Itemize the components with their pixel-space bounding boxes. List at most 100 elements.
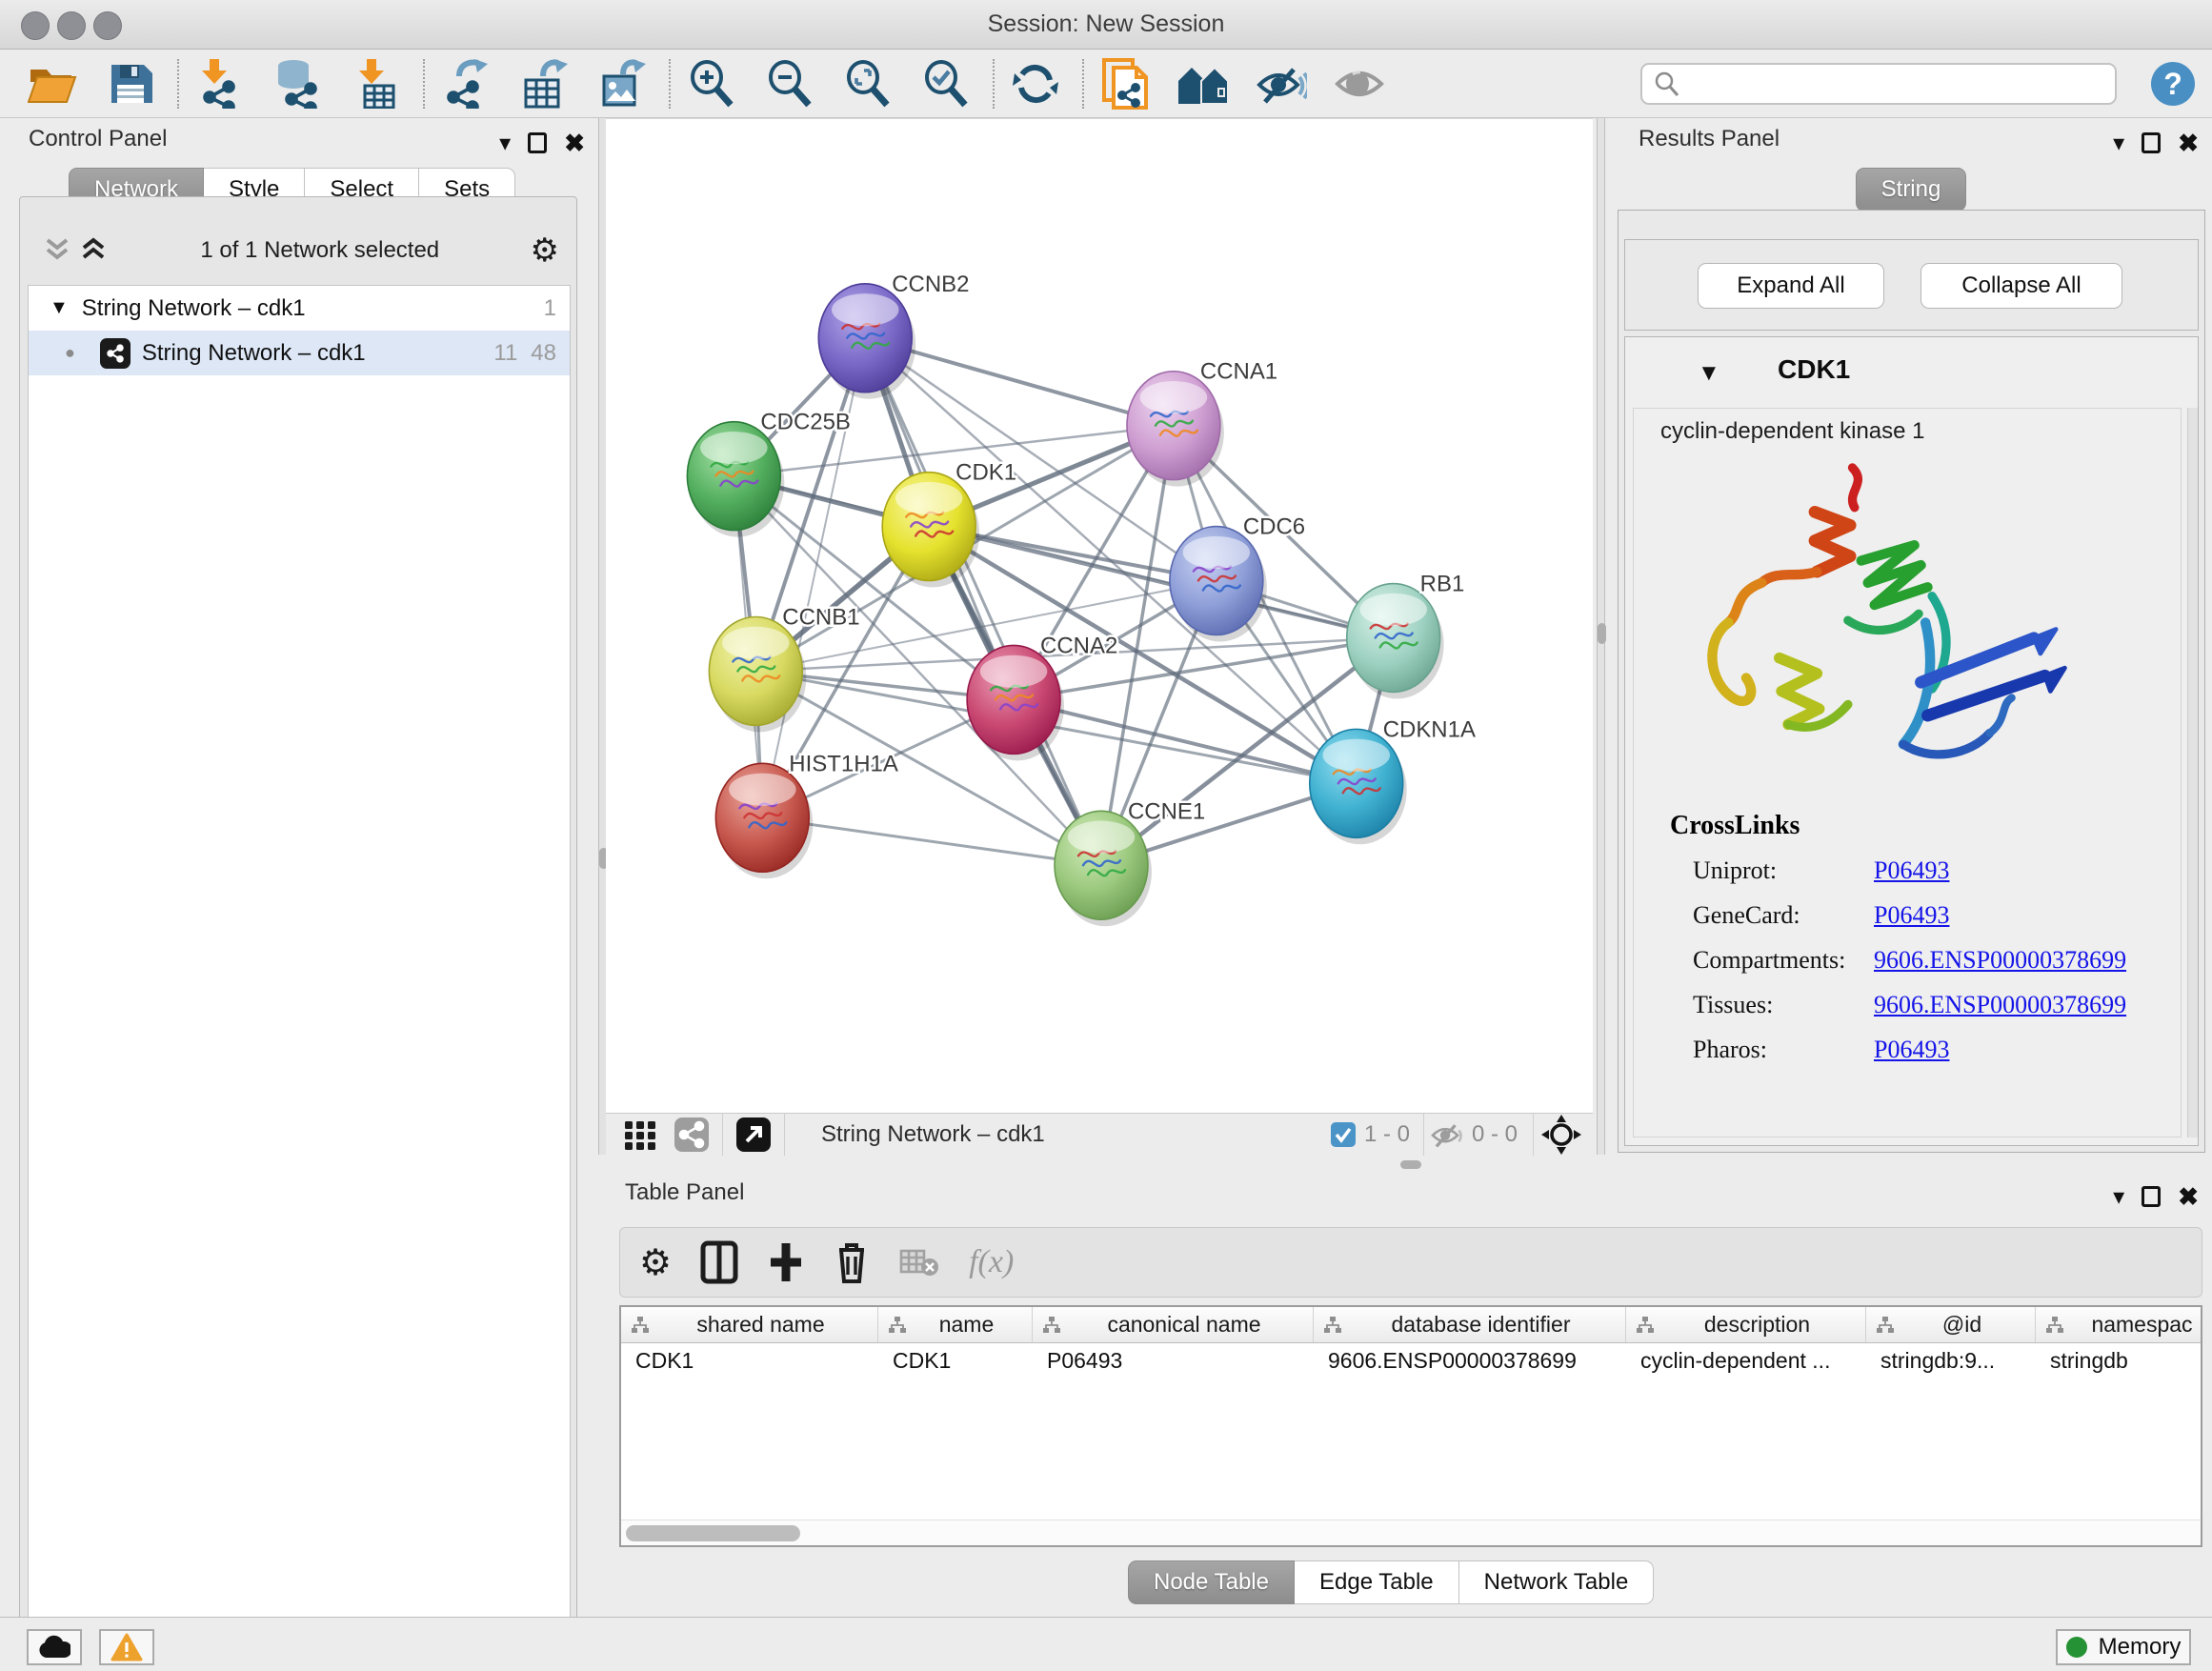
crosslink-link[interactable]: P06493	[1874, 901, 1949, 930]
toolbar-separator	[423, 59, 425, 109]
maximize-panel-icon[interactable]	[528, 132, 547, 153]
zoom-fit-button[interactable]	[840, 56, 895, 111]
network-thumbnail-icon[interactable]	[673, 1116, 711, 1154]
float-panel-icon[interactable]: ▾	[2113, 1183, 2124, 1211]
selected-checkbox-icon[interactable]	[1330, 1121, 1357, 1148]
table-cell[interactable]: P06493	[1033, 1343, 1314, 1379]
network-row[interactable]: ● String Network – cdk1 11 48	[29, 331, 570, 375]
scrollbar-thumb[interactable]	[626, 1525, 800, 1541]
column-header-name[interactable]: name	[878, 1307, 1033, 1342]
tab-string[interactable]: String	[1856, 168, 1967, 211]
entry-scrollbar[interactable]	[2187, 408, 2198, 1137]
export-network-button[interactable]	[438, 56, 493, 111]
zoom-in-button[interactable]	[684, 56, 739, 111]
right-splitter[interactable]	[1597, 118, 1605, 1155]
first-neighbors-button[interactable]	[1176, 56, 1231, 111]
column-header-shared-name[interactable]: shared name	[621, 1307, 878, 1342]
column-header-database-identifier[interactable]: database identifier	[1314, 1307, 1626, 1342]
toolbar-separator	[993, 59, 995, 109]
column-header-namespac[interactable]: namespac	[2036, 1307, 2201, 1342]
node-CCNA2[interactable]: CCNA2	[967, 633, 1117, 760]
crosslink-link[interactable]: P06493	[1874, 856, 1949, 885]
detach-view-icon[interactable]	[734, 1116, 773, 1154]
edge-HIST1H1A-CCNE1[interactable]	[762, 817, 1101, 865]
bottom-splitter[interactable]	[606, 1155, 2212, 1174]
apply-layout-button[interactable]	[1008, 56, 1063, 111]
export-network-icon	[442, 59, 490, 109]
export-image-button[interactable]	[594, 56, 650, 111]
close-panel-icon[interactable]: ✖	[564, 129, 585, 158]
titlebar: Session: New Session	[0, 0, 2212, 50]
edge-CCNA2-CDKN1A[interactable]	[1014, 699, 1357, 783]
show-all-button[interactable]	[1332, 56, 1387, 111]
import-network-from-database-button[interactable]	[271, 56, 326, 111]
node-RB1[interactable]: RB1	[1347, 572, 1465, 699]
node-CCNA1[interactable]: CCNA1	[1127, 359, 1277, 487]
zoom-selected-button[interactable]	[918, 56, 974, 111]
birdseye-grid-icon[interactable]	[619, 1114, 661, 1156]
hide-selected-button[interactable]	[1254, 56, 1309, 111]
table-row[interactable]: CDK1CDK1P064939606.ENSP00000378699cyclin…	[621, 1343, 2201, 1379]
collapse-all-icon[interactable]	[41, 236, 73, 265]
search-input[interactable]	[1640, 63, 2117, 105]
maximize-panel-icon[interactable]	[2142, 1186, 2161, 1207]
float-panel-icon[interactable]: ▾	[2113, 130, 2124, 157]
float-panel-icon[interactable]: ▾	[499, 130, 511, 157]
collection-count: 1	[544, 295, 556, 322]
tree-expanded-icon[interactable]: ▼	[50, 297, 69, 319]
save-session-button[interactable]	[103, 56, 158, 111]
table-h-scrollbar[interactable]	[621, 1520, 2201, 1545]
table-cell[interactable]: stringdb	[2036, 1343, 2201, 1379]
node-CCNB1[interactable]: CCNB1	[709, 604, 859, 732]
help-button[interactable]: ?	[2151, 62, 2195, 106]
expand-all-icon[interactable]	[77, 236, 110, 265]
network-options-gear-icon[interactable]: ⚙	[531, 232, 559, 270]
cloud-status-button[interactable]	[27, 1629, 82, 1665]
open-session-button[interactable]	[25, 56, 80, 111]
network-collection-row[interactable]: ▼ String Network – cdk1 1	[29, 286, 570, 331]
warnings-button[interactable]	[99, 1629, 154, 1665]
close-panel-icon[interactable]: ✖	[2178, 1182, 2199, 1212]
show-columns-icon[interactable]	[700, 1240, 738, 1284]
entry-expanded-icon[interactable]: ▼	[1698, 360, 1720, 387]
table-cell[interactable]: CDK1	[878, 1343, 1033, 1379]
table-cell[interactable]: stringdb:9...	[1866, 1343, 2036, 1379]
maximize-panel-icon[interactable]	[2142, 132, 2161, 153]
node-HIST1H1A[interactable]: HIST1H1A	[715, 751, 897, 878]
node-label: CCNB2	[892, 272, 969, 297]
node-CDC6[interactable]: CDC6	[1170, 514, 1305, 642]
cdk1-entry-header[interactable]: ▼ CDK1	[1625, 337, 2198, 408]
export-table-button[interactable]	[516, 56, 572, 111]
new-network-from-selection-button[interactable]	[1097, 56, 1153, 111]
column-header--id[interactable]: @id	[1866, 1307, 2036, 1342]
node-CCNE1[interactable]: CCNE1	[1055, 798, 1205, 926]
table-toolbar: ⚙ f(x)	[619, 1227, 2202, 1298]
zoom-out-button[interactable]	[762, 56, 817, 111]
memory-button[interactable]: Memory	[2056, 1629, 2191, 1665]
crosslink-link[interactable]: 9606.ENSP00000378699	[1874, 991, 2126, 1019]
crosslink-link[interactable]: 9606.ENSP00000378699	[1874, 946, 2126, 975]
network-canvas[interactable]: CCNB2CCNA1CDC25BCDK1CDC6RB1CCNB1CCNA2CDK…	[606, 118, 1593, 1113]
expand-all-button[interactable]: Expand All	[1698, 263, 1884, 309]
fit-content-crosshair-icon[interactable]	[1541, 1115, 1581, 1155]
column-header-canonical-name[interactable]: canonical name	[1033, 1307, 1314, 1342]
crosslink-link[interactable]: P06493	[1874, 1036, 1949, 1064]
tab-edge-table[interactable]: Edge Table	[1295, 1560, 1459, 1604]
table-cell[interactable]: 9606.ENSP00000378699	[1314, 1343, 1626, 1379]
tab-node-table[interactable]: Node Table	[1128, 1560, 1295, 1604]
table-options-gear-icon[interactable]: ⚙	[639, 1241, 672, 1284]
tab-network-table[interactable]: Network Table	[1459, 1560, 1655, 1604]
import-table-button[interactable]	[349, 56, 404, 111]
column-header-description[interactable]: description	[1626, 1307, 1866, 1342]
close-panel-icon[interactable]: ✖	[2178, 129, 2199, 158]
node-CDKN1A[interactable]: CDKN1A	[1310, 716, 1476, 844]
collapse-all-button[interactable]: Collapse All	[1920, 263, 2122, 309]
delete-column-icon[interactable]	[834, 1240, 870, 1284]
node-label: CDK1	[955, 460, 1016, 486]
edge-CCNB2-CCNE1[interactable]	[865, 338, 1101, 865]
create-column-icon[interactable]	[767, 1241, 805, 1283]
import-network-button[interactable]	[192, 56, 248, 111]
node-CCNB2[interactable]: CCNB2	[818, 272, 969, 399]
table-cell[interactable]: CDK1	[621, 1343, 878, 1379]
table-cell[interactable]: cyclin-dependent ...	[1626, 1343, 1866, 1379]
